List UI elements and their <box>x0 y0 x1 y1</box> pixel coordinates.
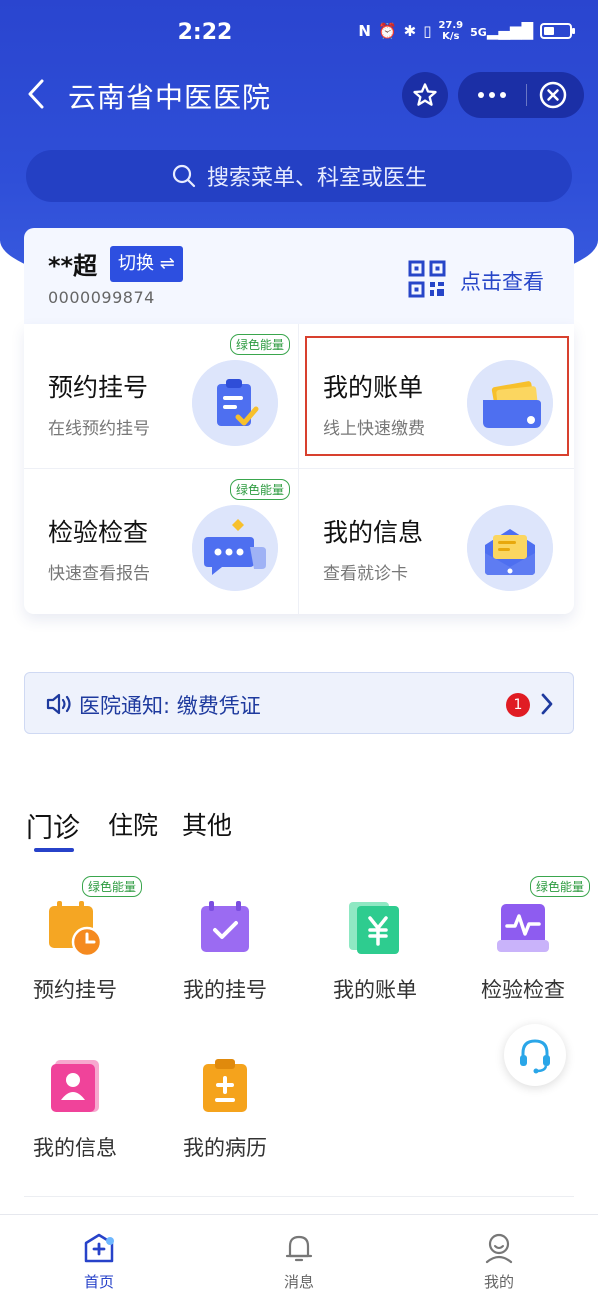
user-card: **超 切换 ⇌ 0000099874 点击查看 <box>24 228 574 324</box>
page-title: 云南省中医医院 <box>68 81 272 114</box>
tab-other[interactable]: 其他 <box>182 806 232 842</box>
bottom-tab-messages[interactable]: 消息 <box>239 1223 359 1293</box>
clipboard-check-icon <box>192 360 278 446</box>
view-qr-link[interactable]: 点击查看 <box>460 266 544 296</box>
service-lab-test[interactable]: 绿色能量 检验检查 <box>448 876 598 1016</box>
service-label: 我的病历 <box>183 1136 267 1160</box>
green-energy-badge: 绿色能量 <box>230 334 291 355</box>
capsule-divider <box>526 84 527 106</box>
service-label: 我的账单 <box>333 978 417 1002</box>
battery-icon <box>540 23 575 39</box>
card-number: 0000099874 <box>48 288 155 307</box>
nav-bar: 云南省中医医院 <box>0 62 598 126</box>
bottom-tab-bar: 首页 消息 我的 <box>0 1214 598 1299</box>
green-energy-badge: 绿色能量 <box>530 876 591 897</box>
hospital-notice-bar[interactable]: 医院通知: 缴费凭证 1 <box>24 672 574 734</box>
search-icon <box>172 164 196 188</box>
network-speed: 27.9 K/s <box>438 20 464 42</box>
chevron-right-icon <box>541 693 553 715</box>
status-bar: 2:22 N ⏰ ✱ ▯ 27.9 K/s 5G▂▄▆█ <box>0 0 598 62</box>
notice-text: 医院通知: 缴费凭证 <box>79 694 261 718</box>
close-button[interactable] <box>538 80 568 110</box>
bell-icon <box>285 1235 313 1262</box>
tab-active-indicator <box>34 848 74 852</box>
status-icons: N ⏰ ✱ ▯ 27.9 K/s 5G▂▄▆█ <box>358 20 575 42</box>
switch-patient-button[interactable]: 切换 ⇌ <box>110 246 183 282</box>
person-card-icon <box>51 1060 99 1112</box>
more-dot-icon <box>489 92 495 98</box>
close-circle-icon <box>539 81 567 109</box>
highlight-box <box>305 336 569 456</box>
envelope-card-icon <box>467 505 553 591</box>
customer-service-button[interactable] <box>504 1024 566 1086</box>
service-my-info[interactable]: 我的信息 <box>0 1034 150 1174</box>
bluetooth-icon: ✱ <box>403 22 417 40</box>
calendar-check-icon <box>201 901 249 952</box>
func-card-title: 我的信息 <box>323 518 424 547</box>
bottom-tab-label: 消息 <box>283 1273 314 1291</box>
more-dot-icon <box>500 92 506 98</box>
more-button[interactable] <box>458 72 526 118</box>
service-medical-record[interactable]: 我的病历 <box>150 1034 300 1174</box>
nfc-icon: N <box>358 22 371 40</box>
user-profile-icon <box>485 1233 513 1264</box>
func-card-lab-test[interactable]: 绿色能量 检验检查 快速查看报告 <box>24 469 299 614</box>
bottom-tab-home[interactable]: 首页 <box>39 1223 159 1293</box>
chat-report-icon <box>192 505 278 591</box>
func-card-my-info[interactable]: 我的信息 查看就诊卡 <box>299 469 574 614</box>
tab-inpatient[interactable]: 住院 <box>108 806 158 842</box>
search-placeholder: 搜索菜单、科室或医生 <box>206 166 427 191</box>
headset-icon <box>520 1039 550 1074</box>
service-label: 我的挂号 <box>183 978 267 1002</box>
bottom-tab-label: 首页 <box>83 1273 114 1291</box>
signal-icon: 5G▂▄▆█ <box>470 22 533 40</box>
star-icon <box>413 83 437 106</box>
chevron-left-icon <box>28 79 44 109</box>
bottom-tab-label: 我的 <box>483 1273 514 1291</box>
medical-record-icon <box>203 1059 247 1112</box>
green-energy-badge: 绿色能量 <box>82 876 143 897</box>
func-card-subtitle: 查看就诊卡 <box>323 564 408 584</box>
tab-outpatient[interactable]: 门诊 <box>26 806 80 845</box>
func-card-title: 检验检查 <box>48 518 149 547</box>
hospital-home-icon <box>84 1233 114 1263</box>
notice-count-badge: 1 <box>506 693 530 717</box>
bottom-tab-profile[interactable]: 我的 <box>439 1223 559 1293</box>
content-divider <box>24 1196 574 1197</box>
user-name: **超 <box>48 252 98 280</box>
more-dot-icon <box>478 92 484 98</box>
status-time: 2:22 <box>177 20 233 45</box>
green-energy-badge: 绿色能量 <box>230 479 291 500</box>
service-my-appointments[interactable]: 我的挂号 <box>150 876 300 1016</box>
favorite-button[interactable] <box>402 72 448 118</box>
alarm-icon: ⏰ <box>377 22 397 40</box>
speaker-icon <box>46 693 71 715</box>
miniapp-capsule <box>458 72 584 118</box>
func-card-title: 预约挂号 <box>48 373 149 402</box>
qr-code-icon[interactable] <box>408 260 446 298</box>
search-input[interactable]: 搜索菜单、科室或医生 <box>26 150 572 202</box>
func-card-subtitle: 快速查看报告 <box>48 564 150 584</box>
calendar-clock-icon <box>49 901 103 958</box>
func-card-subtitle: 在线预约挂号 <box>48 419 150 439</box>
func-card-appointment[interactable]: 绿色能量 预约挂号 在线预约挂号 <box>24 324 299 469</box>
service-label: 我的信息 <box>33 1136 117 1160</box>
function-grid: 绿色能量 预约挂号 在线预约挂号 我的账单 线上快速缴费 绿色能量 检验检查 快… <box>24 324 574 614</box>
service-my-bill[interactable]: 我的账单 <box>300 876 450 1016</box>
service-label: 检验检查 <box>481 978 565 1002</box>
vibrate-icon: ▯ <box>423 22 432 40</box>
yuan-bill-icon <box>349 902 399 954</box>
heartbeat-report-icon <box>497 904 549 952</box>
back-button[interactable] <box>22 76 52 112</box>
service-label: 预约挂号 <box>33 978 117 1002</box>
service-appointment[interactable]: 绿色能量 预约挂号 <box>0 876 150 1016</box>
